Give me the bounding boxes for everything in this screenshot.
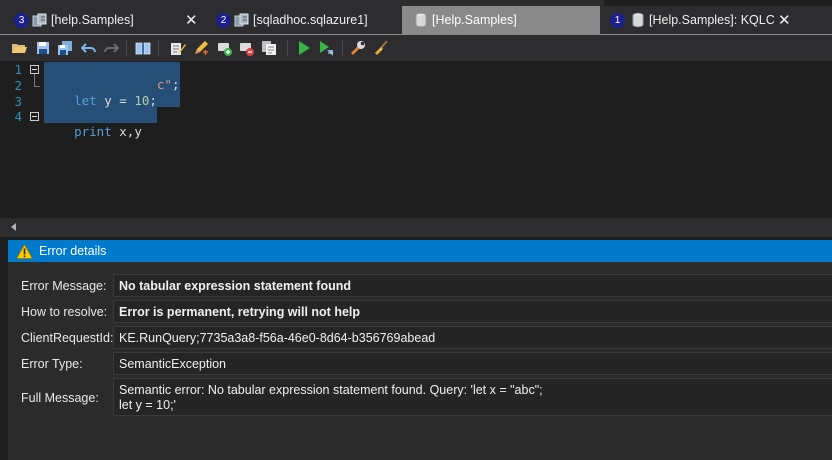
error-details-body: Error Message: No tabular expression sta…	[0, 240, 832, 460]
tab-label: [Help.Samples]: KQLC	[649, 13, 775, 27]
wrench-icon[interactable]	[350, 40, 366, 56]
add-connection-icon[interactable]	[217, 40, 233, 56]
error-type-row: Error Type: SemanticException	[8, 352, 832, 375]
tab-label: [sqladhoc.sqlazure1]	[253, 13, 368, 27]
run-icon[interactable]	[296, 40, 312, 56]
tab-label: [help.Samples]	[51, 13, 134, 27]
how-to-resolve-value[interactable]: Error is permanent, retrying will not he…	[113, 300, 832, 323]
run-step-icon[interactable]	[318, 40, 334, 56]
client-request-id-value[interactable]: KE.RunQuery;7735a3a8-f56a-46e0-8d64-b356…	[113, 326, 832, 349]
tab-sqladhoc-sqlazure1[interactable]: 2 [sqladhoc.sqlazure1]	[216, 6, 402, 34]
client-request-id-label: ClientRequestId:	[21, 331, 114, 345]
close-icon[interactable]: ✕	[185, 13, 198, 28]
remove-connection-icon[interactable]	[239, 40, 255, 56]
fold-guide-end	[34, 86, 40, 87]
error-message-row: Error Message: No tabular expression sta…	[8, 274, 832, 297]
tab-help-samples-kqlc[interactable]: 1 [Help.Samples]: KQLC ✕	[610, 6, 832, 34]
tab-help-samples-3[interactable]: 3 [help.Samples] ✕	[14, 6, 210, 34]
how-to-resolve-row: How to resolve: Error is permanent, retr…	[8, 300, 832, 323]
database-icon	[415, 12, 427, 28]
broom-icon[interactable]	[373, 40, 389, 56]
collapse-icon[interactable]	[30, 112, 39, 121]
database-icon	[632, 12, 644, 28]
toolbar-separator	[126, 40, 127, 56]
connection-icon	[234, 13, 249, 27]
fold-guide	[34, 74, 35, 86]
connection-icon	[32, 13, 47, 27]
tab-badge: 1	[610, 12, 625, 28]
error-type-label: Error Type:	[21, 357, 83, 371]
redo-icon[interactable]	[103, 40, 119, 56]
pencil-icon[interactable]	[193, 40, 209, 56]
error-details-header[interactable]: Error details	[8, 240, 832, 262]
warning-icon	[16, 243, 33, 259]
error-message-value[interactable]: No tabular expression statement found	[113, 274, 832, 297]
query-editor[interactable]: 1 2 3 4 let x = "abc"; let y = 10; print…	[0, 61, 832, 218]
tab-label: [Help.Samples]	[432, 13, 517, 27]
scroll-left-icon[interactable]	[11, 223, 16, 231]
panel-left-edge	[0, 240, 8, 460]
error-details-title: Error details	[39, 244, 107, 258]
close-icon[interactable]: ✕	[778, 13, 791, 28]
full-message-value[interactable]: Semantic error: No tabular expression st…	[113, 378, 832, 416]
line-number: 2	[14, 78, 22, 93]
copy-icon[interactable]	[261, 40, 277, 56]
toolbar-separator	[287, 40, 288, 56]
code-line-4: print x,y	[74, 124, 142, 139]
toolbar-separator	[342, 40, 343, 56]
tab-badge: 3	[14, 12, 29, 28]
error-type-value[interactable]: SemanticException	[113, 352, 832, 375]
line-number: 3	[14, 94, 22, 109]
error-message-label: Error Message:	[21, 279, 107, 293]
undo-icon[interactable]	[81, 40, 97, 56]
how-to-resolve-label: How to resolve:	[21, 305, 108, 319]
edit-query-icon[interactable]	[170, 40, 186, 56]
collapse-icon[interactable]	[30, 65, 39, 74]
toolbar	[0, 35, 832, 61]
save-icon[interactable]	[35, 40, 51, 56]
tab-strip: 3 [help.Samples] ✕ 2 [sqladhoc.sqlazure1…	[0, 0, 832, 40]
full-message-label: Full Message:	[21, 391, 99, 405]
horizontal-scrollbar[interactable]	[0, 218, 832, 237]
client-request-id-row: ClientRequestId: KE.RunQuery;7735a3a8-f5…	[8, 326, 832, 349]
save-all-icon[interactable]	[57, 40, 73, 56]
tab-help-samples-active[interactable]: [Help.Samples]	[402, 6, 600, 34]
open-folder-icon[interactable]	[11, 40, 27, 56]
toolbar-separator	[158, 40, 159, 56]
full-message-row: Full Message: Semantic error: No tabular…	[8, 378, 832, 416]
book-icon[interactable]	[135, 40, 151, 56]
line-number: 4	[14, 109, 22, 124]
tab-badge: 2	[216, 12, 231, 28]
line-number: 1	[14, 62, 22, 77]
